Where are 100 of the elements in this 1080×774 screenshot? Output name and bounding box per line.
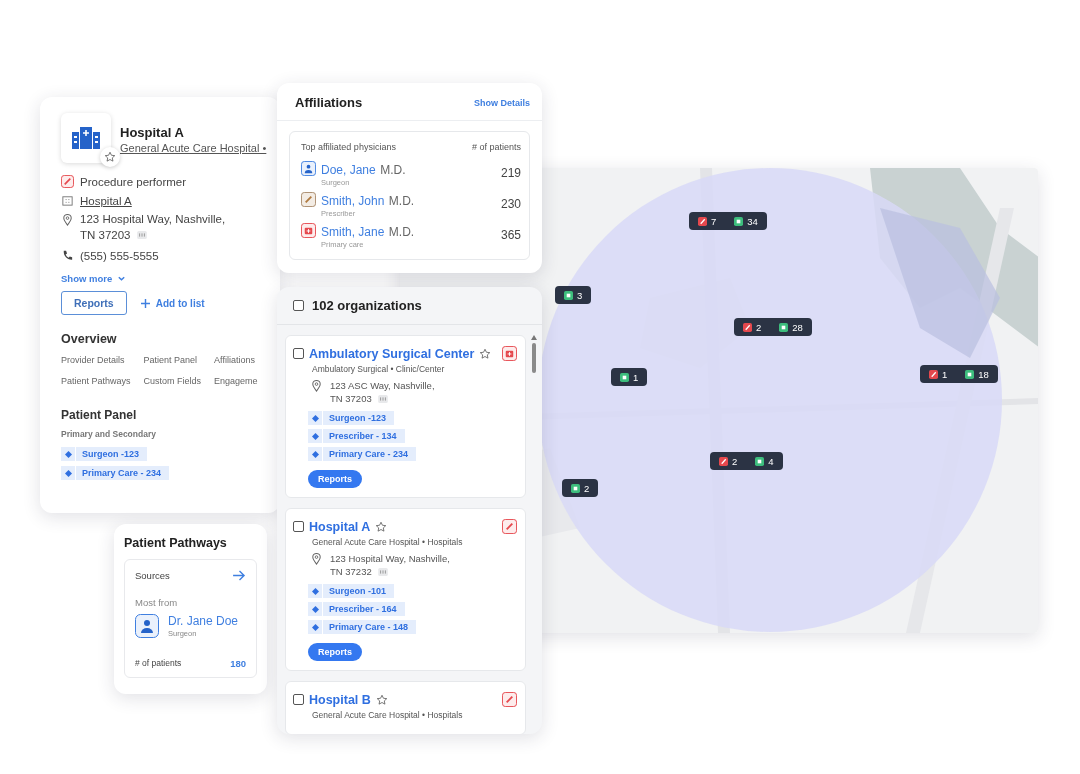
- add-to-list-button[interactable]: Add to list: [140, 297, 205, 309]
- select-all-checkbox[interactable]: [293, 300, 304, 311]
- marker-count: 2: [584, 482, 590, 494]
- organization-name[interactable]: Ambulatory Surgical Center: [309, 346, 475, 361]
- phone-icon: [61, 249, 74, 262]
- organization-card[interactable]: Hospital A General Acute Care Hospital • Hospitals 123 Hospital Way, Nashville, TN 37232 Surgeon -101 Prescriber - 164 Primary Care - 148 Reports: [285, 508, 526, 671]
- overview-link[interactable]: Engageme: [214, 376, 258, 386]
- physician-suffix: M.D.: [388, 194, 415, 208]
- diamond-icon: [64, 450, 72, 458]
- pen-icon: [502, 692, 517, 707]
- patient-count: 219: [500, 166, 521, 180]
- map-icon[interactable]: [377, 394, 388, 403]
- pen-icon: [719, 456, 728, 466]
- scroll-up-icon[interactable]: [530, 335, 537, 340]
- organization-type: General Acute Care Hospital • Hospitals: [312, 710, 464, 720]
- physician-name[interactable]: Smith, Jane: [321, 225, 385, 239]
- reports-button[interactable]: Reports: [308, 643, 362, 661]
- map-marker[interactable]: 1: [611, 368, 648, 386]
- organization-card[interactable]: Hospital B General Acute Care Hospital • Hospitals: [285, 681, 526, 734]
- overview-link[interactable]: Patient Panel: [143, 355, 202, 365]
- reports-button[interactable]: Reports: [308, 470, 362, 488]
- map-marker[interactable]: 1 18: [920, 365, 998, 383]
- building-icon: [755, 456, 765, 466]
- overview-link[interactable]: Custom Fields: [143, 376, 202, 386]
- show-details-link[interactable]: Show Details: [474, 97, 530, 108]
- physician-suffix: M.D.: [380, 163, 406, 177]
- map-marker[interactable]: 7 34: [689, 212, 767, 230]
- star-icon[interactable]: [375, 693, 388, 706]
- show-more-link[interactable]: Show more: [61, 273, 127, 284]
- organization-type: General Acute Care Hospital • Hospitals: [312, 537, 464, 547]
- map-marker[interactable]: 3: [555, 286, 592, 304]
- diamond-icon: [311, 587, 319, 595]
- marker-count: 2: [756, 321, 762, 333]
- diamond-icon: [311, 450, 319, 458]
- facility-link[interactable]: Hospital A: [80, 194, 132, 207]
- checkbox[interactable]: [293, 348, 304, 359]
- chevron-down-icon: [117, 274, 127, 283]
- marker-count: 18: [978, 368, 989, 380]
- plus-icon: [140, 298, 150, 308]
- physician-name[interactable]: Smith, John: [321, 194, 385, 208]
- scrollbar-thumb[interactable]: [531, 343, 536, 373]
- building-icon: [779, 322, 789, 332]
- patient-count: 230: [500, 197, 521, 211]
- results-count: 102 organizations: [312, 298, 422, 313]
- organization-card[interactable]: Ambulatory Surgical Center Ambulatory Surgical • Clinic/Center 123 ASC Way, Nashville, TN 37203 Surgeon -123 Prescriber - 134 Primary Care - 234 Reports: [285, 335, 526, 498]
- reports-button[interactable]: Reports: [61, 291, 127, 315]
- location-pin-icon: [310, 379, 323, 392]
- marker-count: 3: [577, 289, 583, 301]
- patient-count: 365: [500, 228, 521, 242]
- pen-icon: [698, 216, 707, 226]
- diamond-icon: [311, 605, 319, 613]
- marker-count: 2: [732, 455, 738, 467]
- physician-name[interactable]: Dr. Jane Doe: [168, 614, 239, 628]
- column-header: Top affiliated physicians: [301, 142, 396, 152]
- building-icon: [734, 216, 744, 226]
- sources-label: Sources: [135, 570, 170, 581]
- diamond-icon: [64, 469, 72, 477]
- star-icon: [104, 151, 116, 163]
- map-icon[interactable]: [377, 567, 388, 576]
- overview-link[interactable]: Provider Details: [61, 355, 131, 365]
- address-line: TN 37203: [330, 392, 372, 405]
- phone-number: (555) 555-5555: [80, 249, 159, 262]
- location-pin-icon: [310, 552, 323, 565]
- star-icon[interactable]: [479, 347, 492, 360]
- arrow-right-icon[interactable]: [233, 570, 246, 581]
- map-marker[interactable]: 2 28: [734, 318, 812, 336]
- provider-name: Hospital A: [120, 125, 185, 140]
- building-icon: [620, 372, 629, 382]
- building-icon: [965, 369, 975, 379]
- overview-link[interactable]: Affiliations: [214, 355, 258, 365]
- marker-count: 4: [768, 455, 774, 467]
- provider-type[interactable]: General Acute Care Hospital •: [120, 142, 267, 154]
- role-label: Procedure performer: [80, 175, 187, 188]
- marker-count: 1: [942, 368, 948, 380]
- pen-icon: [743, 322, 752, 332]
- person-icon: [301, 161, 316, 176]
- organization-name[interactable]: Hospital A: [309, 519, 371, 534]
- section-title: Overview: [61, 332, 118, 346]
- hospital-icon: [71, 126, 101, 150]
- most-from-label: Most from: [135, 597, 179, 608]
- address-line: TN 37232: [330, 565, 372, 578]
- map-marker[interactable]: 2 4: [710, 452, 783, 470]
- favorite-button[interactable]: [100, 147, 120, 167]
- medkit-icon: [502, 346, 517, 361]
- checkbox[interactable]: [293, 694, 304, 705]
- address-line: 123 Hospital Way, Nashville,: [80, 212, 226, 227]
- map-marker[interactable]: 2: [562, 479, 599, 497]
- column-header: # of patients: [471, 142, 521, 152]
- diamond-icon: [311, 414, 319, 422]
- person-icon: [135, 614, 159, 638]
- pen-icon: [929, 369, 938, 379]
- organization-name[interactable]: Hospital B: [309, 692, 371, 707]
- checkbox[interactable]: [293, 521, 304, 532]
- section-subtitle: Primary and Secondary: [61, 429, 157, 439]
- physician-name[interactable]: Doe, Jane: [321, 163, 376, 177]
- star-icon[interactable]: [375, 520, 388, 533]
- overview-link[interactable]: Patient Pathways: [61, 376, 131, 386]
- address-line: 123 Hospital Way, Nashville,: [330, 552, 450, 565]
- map-icon[interactable]: [136, 231, 147, 239]
- marker-count: 1: [633, 371, 639, 383]
